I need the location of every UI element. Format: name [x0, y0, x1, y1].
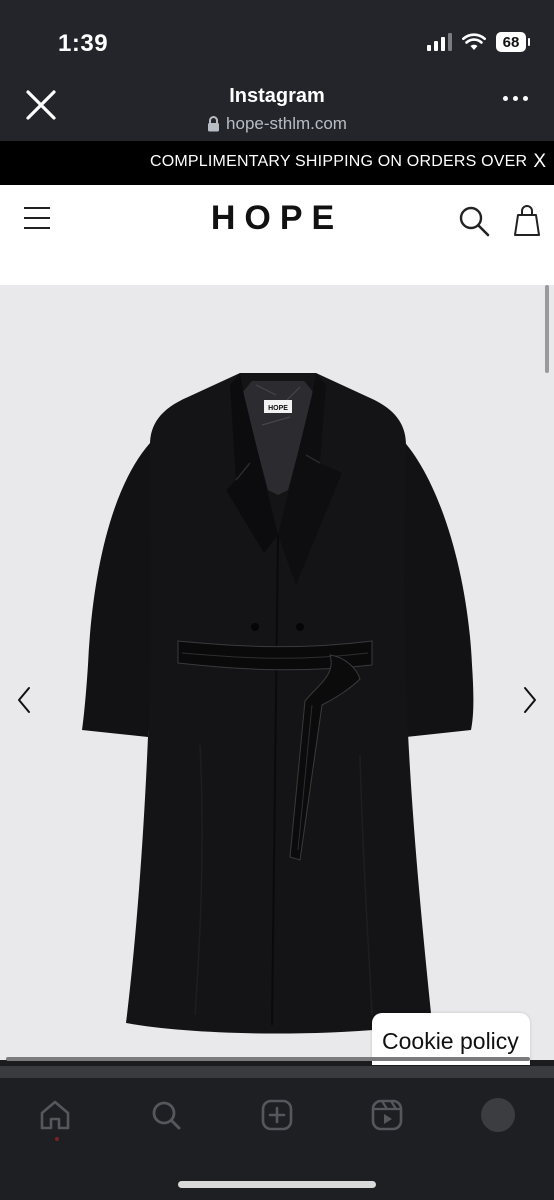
lock-icon	[208, 116, 220, 132]
browser-title: Instagram	[229, 85, 325, 107]
promo-close-button[interactable]: X	[529, 151, 546, 173]
instagram-tab-bar	[0, 1078, 554, 1200]
home-icon[interactable]	[35, 1095, 75, 1135]
product-image: HOPE	[82, 373, 474, 1034]
browser-url[interactable]: hope-sthlm.com	[0, 114, 554, 134]
create-icon[interactable]	[257, 1095, 297, 1135]
cookie-policy-label: Cookie policy	[382, 1028, 519, 1054]
site-header: HOPE	[0, 185, 554, 285]
search-icon[interactable]	[458, 205, 490, 237]
chevron-left-icon[interactable]	[12, 685, 36, 715]
promo-text: COMPLIMENTARY SHIPPING ON ORDERS OVER	[150, 153, 528, 170]
more-icon[interactable]	[503, 96, 528, 101]
chevron-right-icon[interactable]	[518, 685, 542, 715]
reels-icon[interactable]	[367, 1095, 407, 1135]
vertical-scrollbar[interactable]	[545, 285, 549, 373]
in-app-browser-header: 1:39 68 Instagram hope-sthlm.com	[0, 0, 554, 141]
profile-avatar-icon[interactable]	[478, 1095, 518, 1135]
notification-dot	[55, 1137, 59, 1141]
url-text: hope-sthlm.com	[226, 114, 347, 133]
battery-indicator: 68	[496, 32, 530, 52]
product-gallery[interactable]: HOPE	[0, 285, 554, 1060]
wifi-icon	[462, 33, 486, 50]
horizontal-scrollbar[interactable]	[6, 1057, 530, 1061]
search-icon[interactable]	[146, 1095, 186, 1135]
shopping-bag-icon[interactable]	[512, 203, 542, 237]
cellular-signal-icon	[427, 33, 452, 51]
status-icons: 68	[427, 32, 530, 52]
coat-brand-label: HOPE	[268, 405, 288, 412]
promo-banner: COMPLIMENTARY SHIPPING ON ORDERS OVER X	[0, 141, 554, 185]
status-time: 1:39	[58, 30, 109, 57]
page-bottom-edge	[0, 1066, 554, 1078]
home-indicator	[178, 1181, 376, 1188]
